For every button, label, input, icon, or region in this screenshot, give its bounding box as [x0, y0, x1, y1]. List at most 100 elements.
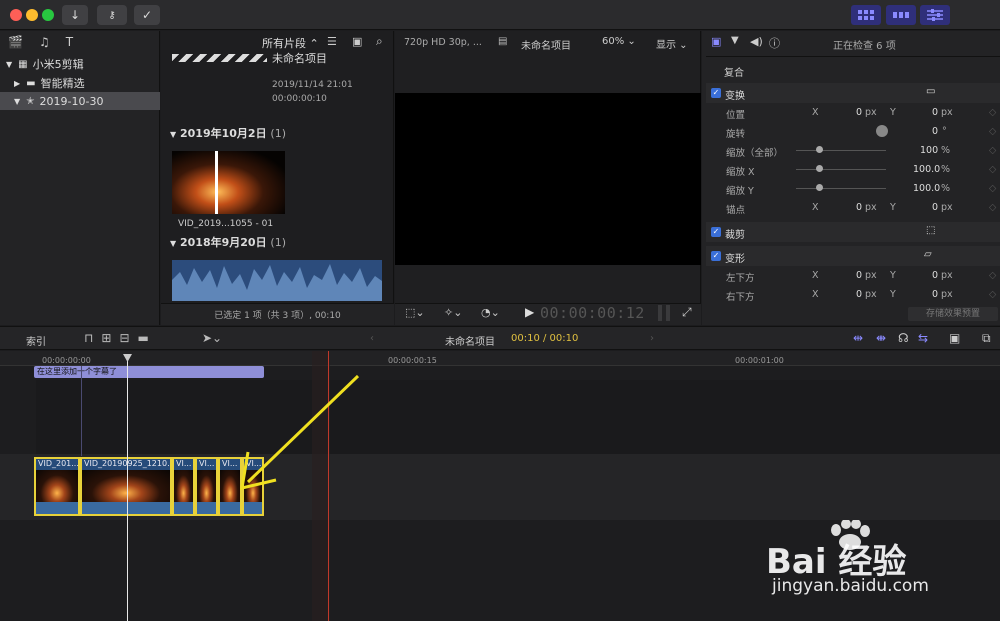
position-y-field[interactable]: 0	[932, 107, 938, 118]
back-arrow-icon[interactable]: ‹	[370, 333, 374, 344]
clip-appearance-icon[interactable]: ▣	[949, 331, 960, 345]
keyframe-icon[interactable]: ◇	[989, 183, 996, 194]
disclosure-right-icon[interactable]: ▶	[14, 79, 20, 88]
video-inspector-icon[interactable]: ▣	[711, 35, 721, 48]
video-clip[interactable]: VI...	[195, 457, 218, 516]
sidebar-item-event[interactable]: ▼ ✭ 2019-10-30	[0, 92, 160, 110]
retime-icon[interactable]: ◔⌄	[481, 306, 500, 319]
save-effects-preset-button[interactable]: 存储效果预置	[908, 307, 998, 321]
show-timeline-button[interactable]	[886, 5, 916, 25]
composite-section[interactable]: 复合	[724, 64, 744, 79]
titles-generators-icon[interactable]: T	[66, 35, 73, 51]
video-clip[interactable]: VID_20190925_1210...	[80, 457, 172, 516]
transform-checkbox[interactable]: ✓	[711, 88, 721, 98]
display-dropdown[interactable]: 显示 ⌄	[656, 36, 688, 51]
skimming-icon[interactable]: ⇹	[853, 331, 863, 345]
timeline-ruler[interactable]	[0, 351, 1000, 366]
select-tool-icon[interactable]: ➤⌄	[202, 331, 222, 345]
bottom-left-x-field[interactable]: 0	[856, 270, 862, 281]
scale-x-field[interactable]: 100.0	[913, 164, 940, 175]
event-group-header[interactable]: ▼ 2018年9月20日 (1)	[170, 234, 286, 250]
bottom-right-y-field[interactable]: 0	[932, 289, 938, 300]
clip-filter-dropdown[interactable]: 所有片段 ⌃	[262, 35, 319, 51]
timecode-display[interactable]: 00:00:00:12	[540, 304, 645, 322]
zoom-window-button[interactable]	[42, 9, 54, 21]
position-x-field[interactable]: 0	[856, 107, 862, 118]
overwrite-clip-icon[interactable]: ▬	[138, 331, 157, 345]
library-item[interactable]: ▼ ▦ 小米5剪辑	[0, 55, 160, 73]
headphones-icon[interactable]: ☊	[898, 331, 909, 345]
audio-inspector-icon[interactable]: ◀)	[750, 35, 763, 48]
disclosure-down-icon[interactable]: ▼	[6, 60, 12, 69]
viewer-format[interactable]: 720p HD 30p, ...	[404, 37, 482, 48]
slider-track	[796, 169, 886, 170]
snapping-icon[interactable]: ⇆	[918, 331, 928, 345]
close-window-button[interactable]	[10, 9, 22, 21]
keyframe-icon[interactable]: ◇	[989, 289, 996, 300]
audio-skimming-icon[interactable]: ⇼	[876, 331, 886, 345]
keyframe-icon[interactable]: ◇	[989, 145, 996, 156]
distort-checkbox[interactable]: ✓	[711, 251, 721, 261]
crop-checkbox[interactable]: ✓	[711, 227, 721, 237]
minimize-window-button[interactable]	[26, 9, 38, 21]
disclosure-down-icon[interactable]: ▼	[14, 97, 20, 106]
keyframe-icon[interactable]: ◇	[989, 107, 996, 118]
color-inspector-icon[interactable]: ▼	[731, 35, 739, 46]
audio-clip-thumbnail[interactable]	[172, 260, 382, 301]
effects-browser-icon[interactable]: ⧉	[982, 331, 991, 346]
connect-clip-icon[interactable]: ⊓	[84, 331, 101, 345]
play-button[interactable]: ▶	[525, 305, 534, 319]
sidebar-item-smart-collections[interactable]: ▶ ▬ 智能精选	[0, 74, 160, 92]
keywords-button[interactable]: ⚷	[97, 5, 127, 25]
scale-y-slider-thumb[interactable]	[816, 184, 823, 191]
keyframe-icon[interactable]: ◇	[989, 126, 996, 137]
keyframe-icon[interactable]: ◇	[989, 270, 996, 281]
transform-overlay-icon[interactable]: ▭	[926, 86, 935, 97]
append-clip-icon[interactable]: ⊟	[119, 331, 137, 345]
video-preview[interactable]	[395, 93, 701, 265]
clip-thumbnail[interactable]	[172, 151, 285, 214]
event-group-header[interactable]: ▼ 2019年10月2日 (1)	[170, 125, 286, 141]
anchor-y-field[interactable]: 0	[932, 202, 938, 213]
transform-tool-icon[interactable]: ⬚⌄	[405, 306, 425, 319]
project-title[interactable]: 未命名项目	[272, 50, 327, 66]
distort-section-header[interactable]: ✓ 变形 ▱	[706, 246, 1000, 266]
playhead[interactable]	[127, 355, 128, 621]
keyframe-icon[interactable]: ◇	[989, 164, 996, 175]
scale-x-slider-thumb[interactable]	[816, 165, 823, 172]
distort-overlay-icon[interactable]: ▱	[924, 249, 932, 260]
import-button[interactable]: ↓	[62, 5, 88, 25]
info-icon[interactable]: ⓘ	[769, 35, 780, 51]
search-icon[interactable]: ⌕	[376, 34, 383, 49]
background-tasks-button[interactable]: ✓	[134, 5, 160, 25]
clip-appearance-icon[interactable]: ☰	[327, 35, 337, 48]
rotation-dial[interactable]	[876, 125, 888, 137]
scale-all-field[interactable]: 100	[920, 145, 938, 156]
video-clip[interactable]: VI...	[172, 457, 195, 516]
video-clip[interactable]: VID_201...	[34, 457, 80, 516]
show-browser-button[interactable]	[851, 5, 881, 25]
crop-section-header[interactable]: ✓ 裁剪 ⬚	[706, 222, 1000, 242]
rotation-field[interactable]: 0	[932, 126, 938, 137]
filmstrip-icon[interactable]: ▣	[352, 35, 362, 48]
anchor-x-field[interactable]: 0	[856, 202, 862, 213]
forward-arrow-icon[interactable]: ›	[650, 333, 654, 344]
audio-meter-right	[666, 305, 670, 321]
zoom-dropdown[interactable]: 60% ⌄	[602, 36, 636, 47]
keyframe-icon[interactable]: ◇	[989, 202, 996, 213]
enhance-icon[interactable]: ✧⌄	[444, 306, 462, 319]
fullscreen-icon[interactable]: ⤢	[682, 305, 692, 320]
insert-clip-icon[interactable]: ⊞	[101, 331, 119, 345]
show-inspector-button[interactable]	[920, 5, 950, 25]
photos-audio-icon[interactable]: ♫	[39, 35, 50, 51]
transform-section-header[interactable]: ✓ 变换 ▭	[706, 83, 1000, 103]
x-label: X	[812, 289, 819, 300]
index-button[interactable]: 索引	[26, 333, 46, 348]
bottom-right-x-field[interactable]: 0	[856, 289, 862, 300]
scale-y-field[interactable]: 100.0	[913, 183, 940, 194]
unit-label: %	[941, 183, 951, 194]
scale-slider-thumb[interactable]	[816, 146, 823, 153]
libraries-icon[interactable]: 🎬	[8, 35, 23, 51]
crop-overlay-icon[interactable]: ⬚	[926, 225, 935, 236]
bottom-left-y-field[interactable]: 0	[932, 270, 938, 281]
